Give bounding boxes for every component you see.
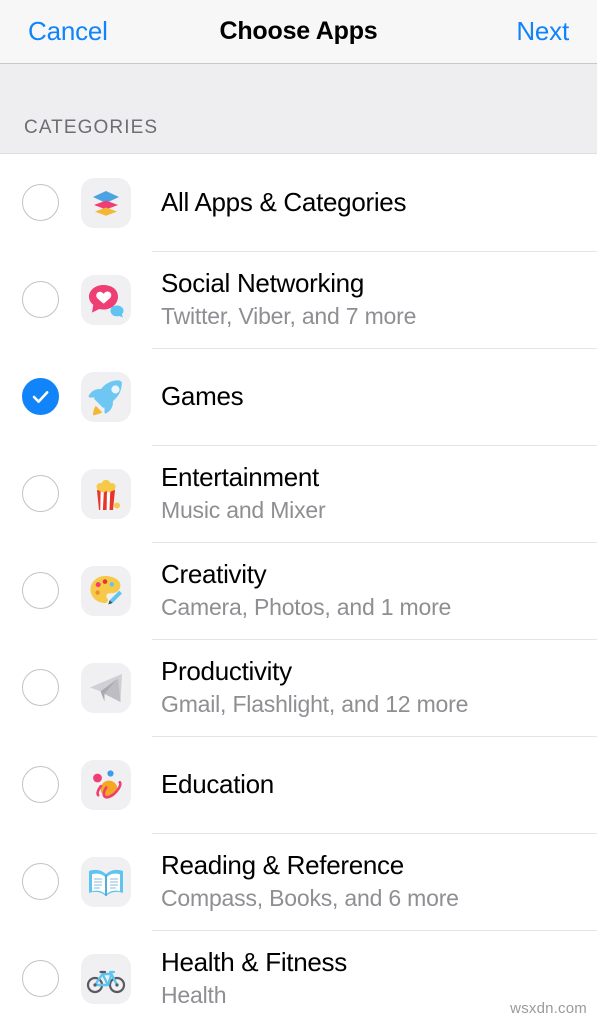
category-title: All Apps & Categories [161, 187, 407, 218]
category-list: All Apps & Categories Social Networking T… [0, 154, 597, 1024]
category-row[interactable]: Games [0, 348, 597, 445]
category-subtitle: Health [161, 981, 227, 1008]
category-title: Health & Fitness [161, 947, 347, 978]
paper-plane-icon [81, 662, 131, 713]
category-title: Social Networking [161, 268, 364, 299]
category-title: Creativity [161, 559, 267, 590]
open-book-icon [81, 856, 131, 907]
category-text: Creativity Camera, Photos, and 1 more [161, 559, 451, 621]
checkbox-unchecked[interactable] [22, 475, 59, 512]
checkbox-unchecked[interactable] [22, 863, 59, 900]
category-row[interactable]: Entertainment Music and Mixer [0, 445, 597, 542]
category-text: Productivity Gmail, Flashlight, and 12 mo… [161, 656, 468, 718]
checkbox-unchecked[interactable] [22, 766, 59, 803]
category-subtitle: Music and Mixer [161, 496, 326, 523]
category-row[interactable]: Productivity Gmail, Flashlight, and 12 mo… [0, 639, 597, 736]
rocket-icon [81, 371, 131, 422]
category-subtitle: Gmail, Flashlight, and 12 more [161, 690, 469, 717]
checkbox-unchecked[interactable] [22, 669, 59, 706]
category-subtitle: Camera, Photos, and 1 more [161, 593, 452, 620]
navigation-bar: Cancel Choose Apps Next [0, 0, 597, 64]
category-row[interactable]: Reading & Reference Compass, Books, and 6… [0, 833, 597, 930]
category-subtitle: Twitter, Viber, and 7 more [161, 302, 417, 329]
category-text: Games [161, 381, 244, 412]
category-text: Health & Fitness Health [161, 947, 347, 1009]
category-text: All Apps & Categories [161, 187, 406, 218]
cancel-button[interactable]: Cancel [28, 16, 108, 47]
popcorn-icon [81, 468, 131, 519]
category-text: Entertainment Music and Mixer [161, 462, 326, 524]
checkbox-unchecked[interactable] [22, 960, 59, 997]
category-row[interactable]: All Apps & Categories [0, 154, 597, 251]
categories-section-header: CATEGORIES [0, 64, 597, 154]
bicycle-icon [81, 953, 131, 1004]
layers-icon [81, 177, 131, 228]
category-title: Productivity [161, 656, 292, 687]
chat-heart-icon [81, 274, 131, 325]
checkbox-unchecked[interactable] [22, 281, 59, 318]
category-row[interactable]: Health & Fitness Health [0, 930, 597, 1024]
checkbox-checked[interactable] [22, 378, 59, 415]
category-title: Reading & Reference [161, 850, 404, 881]
category-row[interactable]: Social Networking Twitter, Viber, and 7 m… [0, 251, 597, 348]
category-text: Reading & Reference Compass, Books, and 6… [161, 850, 459, 912]
checkbox-unchecked[interactable] [22, 572, 59, 609]
section-header-label: CATEGORIES [24, 117, 159, 138]
category-text: Education [161, 769, 274, 800]
category-text: Social Networking Twitter, Viber, and 7 m… [161, 268, 416, 330]
checkbox-unchecked[interactable] [22, 184, 59, 221]
category-title: Education [161, 769, 274, 800]
category-row[interactable]: Education [0, 736, 597, 833]
category-subtitle: Compass, Books, and 6 more [161, 884, 459, 911]
category-title: Entertainment [161, 462, 319, 493]
palette-icon [81, 565, 131, 616]
choose-apps-screen: Cancel Choose Apps Next CATEGORIES All A… [0, 0, 597, 1024]
category-row[interactable]: Creativity Camera, Photos, and 1 more [0, 542, 597, 639]
category-title: Games [161, 381, 244, 412]
next-button[interactable]: Next [516, 16, 569, 47]
watermark: wsxdn.com [510, 1000, 587, 1017]
planet-icon [81, 759, 131, 810]
